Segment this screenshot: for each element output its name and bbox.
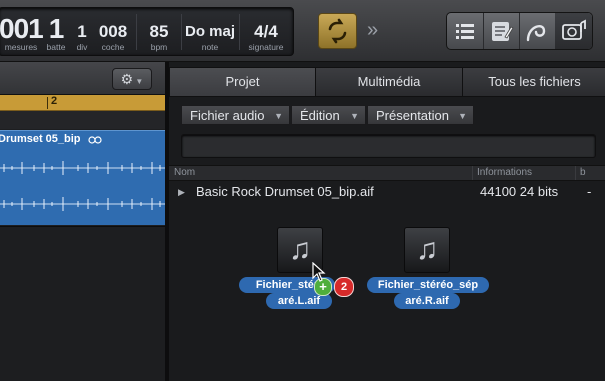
lcd-bpm: 85 bpm [149,22,169,52]
menu-fichier-audio[interactable]: Fichier audio ▼ [181,105,290,125]
tracks-area: ⚙ ▼ 2 Drumset 05_bip [0,62,165,381]
file-label-text: Fichier_stér [255,279,319,291]
column-header-extra[interactable]: b [580,166,586,180]
track-lane [0,111,165,129]
column-header-name[interactable]: Nom [174,166,195,180]
notepad-icon [492,22,514,41]
drag-count-badge: 2 [334,277,354,297]
lcd-mesures: 001 mesures [0,13,44,52]
lcd-separator [136,14,137,50]
region-title: Drumset 05_bip [0,133,102,145]
media-browser-icon [562,19,586,40]
chevron-down-icon: ▼ [133,77,144,86]
column-header-info[interactable]: Informations [477,166,532,180]
chevron-down-icon: ▼ [274,111,283,121]
menu-presentation[interactable]: Présentation ▼ [367,105,474,125]
menu-edition-label: Édition [300,108,340,123]
chevron-down-icon: ▼ [458,111,467,121]
column-separator [575,166,576,180]
list-row[interactable]: ▶ Basic Rock Drumset 05_bip.aif 44100 24… [169,181,605,203]
media-browser-button[interactable] [555,13,592,49]
dragged-files-area: ♫ Fichier_stér aré.L.aif ♫ Fichier_stéré… [169,203,605,381]
loop-link-icon [87,135,102,144]
tab-tous-les-fichiers[interactable]: Tous les fichiers [462,67,605,97]
cycle-button[interactable] [318,13,357,49]
gear-menu-button[interactable]: ⚙ ▼ [112,68,152,90]
disclosure-triangle-icon[interactable]: ▶ [178,181,185,203]
file-label-right-line2: aré.R.aif [394,293,460,309]
control-bar: 001 mesures 1 batte 1 div 008 coche 85 b… [0,0,605,62]
list-header: Nom Informations b [169,165,605,181]
lcd-signature: 4/4 signature [248,22,284,52]
waveform-left [0,161,165,175]
media-browser: Projet Multimédia Tous les fichiers Fich… [169,62,605,381]
lcd-coche: 008 coche [98,22,128,52]
row-file-info: 44100 24 bits [480,184,559,199]
lcd-batte: 1 batte [46,13,66,52]
search-input[interactable] [181,134,596,158]
waveform-right [0,197,165,211]
music-note-icon: ♫ [415,233,439,266]
loop-browser-button[interactable] [519,13,556,49]
region-name: Drumset 05_bip [0,133,81,145]
menu-edition[interactable]: Édition ▼ [291,105,366,125]
tracks-header: ⚙ ▼ [0,62,165,95]
lcd-separator [239,14,240,50]
list-editors-button[interactable] [447,13,484,49]
cursor-arrow-icon [312,262,326,282]
tab-projet[interactable]: Projet [169,67,316,97]
row-file-name: Basic Rock Drumset 05_bip.aif [196,184,374,199]
menu-fichier-audio-label: Fichier audio [190,108,265,123]
chevron-down-icon: ▼ [350,111,359,121]
notepad-button[interactable] [483,13,520,49]
tab-multimedia[interactable]: Multimédia [315,67,463,97]
column-separator [472,166,473,180]
browser-tabs: Projet Multimédia Tous les fichiers [169,67,605,97]
ruler-bar-number: 2 [51,95,58,107]
ruler-tick [47,97,48,109]
lcd-note: Do maj note [184,23,235,52]
file-label-right-line1: Fichier_stéréo_sép [367,277,489,293]
view-buttons [446,12,593,50]
menu-presentation-label: Présentation [376,108,449,123]
chevron-right-icon[interactable]: » [367,18,378,42]
lcd-separator [181,14,182,50]
list-icon [456,24,474,39]
row-extra: - [587,184,592,199]
track-divider [0,226,165,227]
audio-file-thumbnail[interactable]: ♫ [404,227,450,273]
timeline-ruler[interactable]: 2 [0,95,165,111]
lcd-display[interactable]: 001 mesures 1 batte 1 div 008 coche 85 b… [0,7,294,56]
cycle-icon [328,18,347,44]
audio-region[interactable]: Drumset 05_bip [0,130,165,225]
gear-icon: ⚙ [120,71,134,87]
lcd-div: 1 div [76,22,88,52]
loop-icon [526,25,546,42]
